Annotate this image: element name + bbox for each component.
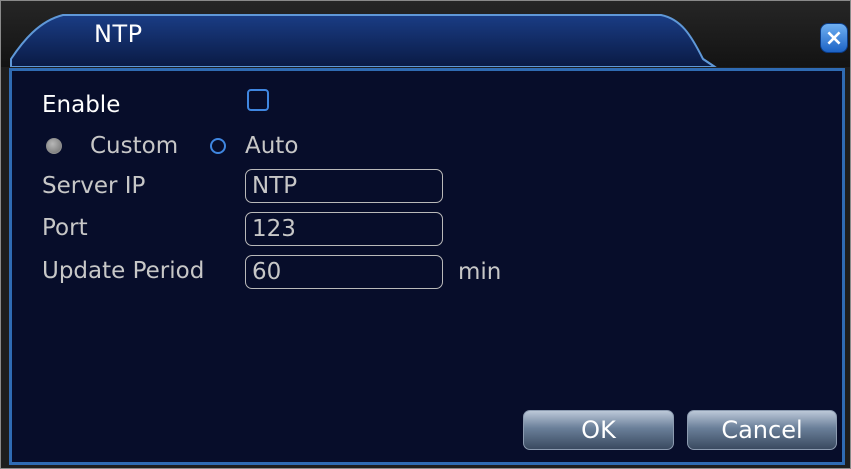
enable-label: Enable [42,92,121,118]
update-period-label: Update Period [42,258,205,284]
title-bar: NTP × [1,1,850,67]
server-ip-label: Server IP [42,173,146,199]
close-icon: × [824,25,844,51]
auto-radio-label: Auto [245,133,299,159]
server-ip-input[interactable]: NTP [245,169,443,203]
ok-button[interactable]: OK [523,410,674,450]
close-button[interactable]: × [820,23,848,53]
ntp-dialog: NTP × Enable Custom Auto Server IP NTP P… [0,0,851,469]
custom-radio-label: Custom [90,133,179,159]
enable-checkbox[interactable] [247,89,269,111]
custom-radio[interactable] [46,138,62,154]
update-period-input[interactable]: 60 [245,255,443,289]
cancel-button[interactable]: Cancel [687,410,837,450]
dialog-title: NTP [94,20,143,48]
auto-radio[interactable] [210,138,226,154]
port-input[interactable]: 123 [245,212,443,246]
port-label: Port [42,215,88,241]
update-period-unit: min [458,259,502,285]
